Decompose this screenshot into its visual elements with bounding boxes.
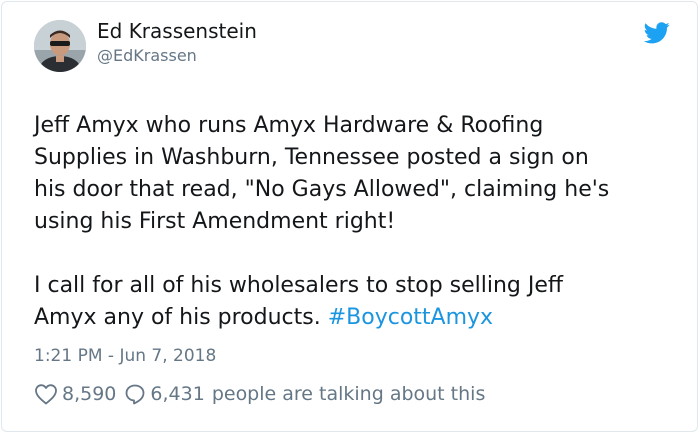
author-avatar[interactable]	[34, 20, 86, 72]
like-count: 8,590	[62, 383, 117, 405]
tweet-line: using his First Amendment right!	[34, 209, 396, 234]
tweet-line-with-hashtag: Amyx any of his products. #BoycottAmyx	[34, 302, 674, 334]
twitter-bird-icon[interactable]	[643, 22, 670, 44]
reply-button[interactable]: 6,431	[124, 383, 205, 405]
speech-bubble-icon	[126, 384, 145, 405]
author-handle[interactable]: @EdKrassen	[97, 46, 197, 65]
talking-text[interactable]: people are talking about this	[212, 383, 486, 405]
tweet-timestamp[interactable]: 1:21 PM - Jun 7, 2018	[34, 346, 216, 366]
tweet-line: Jeff Amyx who runs Amyx Hardware & Roofi…	[34, 113, 544, 138]
tweet-text: Jeff Amyx who runs Amyx Hardware & Roofi…	[34, 110, 674, 334]
heart-icon	[35, 384, 57, 405]
like-button[interactable]: 8,590	[34, 383, 116, 405]
tweet-line: Supplies in Washburn, Tennessee posted a…	[34, 145, 589, 170]
tweet-line: I call for all of his wholesalers to sto…	[34, 273, 564, 298]
tweet-line: his door that read, "No Gays Allowed", c…	[34, 177, 610, 202]
author-name[interactable]: Ed Krassenstein	[97, 19, 257, 43]
hashtag-link[interactable]: #BoycottAmyx	[328, 305, 493, 330]
engagement-stats: 8,590 6,431 people are talking about thi…	[34, 380, 485, 408]
reply-count: 6,431	[150, 383, 205, 405]
tweet-line-text: Amyx any of his products.	[34, 305, 321, 330]
tweet-card: Ed Krassenstein @EdKrassen Jeff Amyx who…	[1, 1, 698, 432]
avatar-photo	[34, 20, 86, 72]
